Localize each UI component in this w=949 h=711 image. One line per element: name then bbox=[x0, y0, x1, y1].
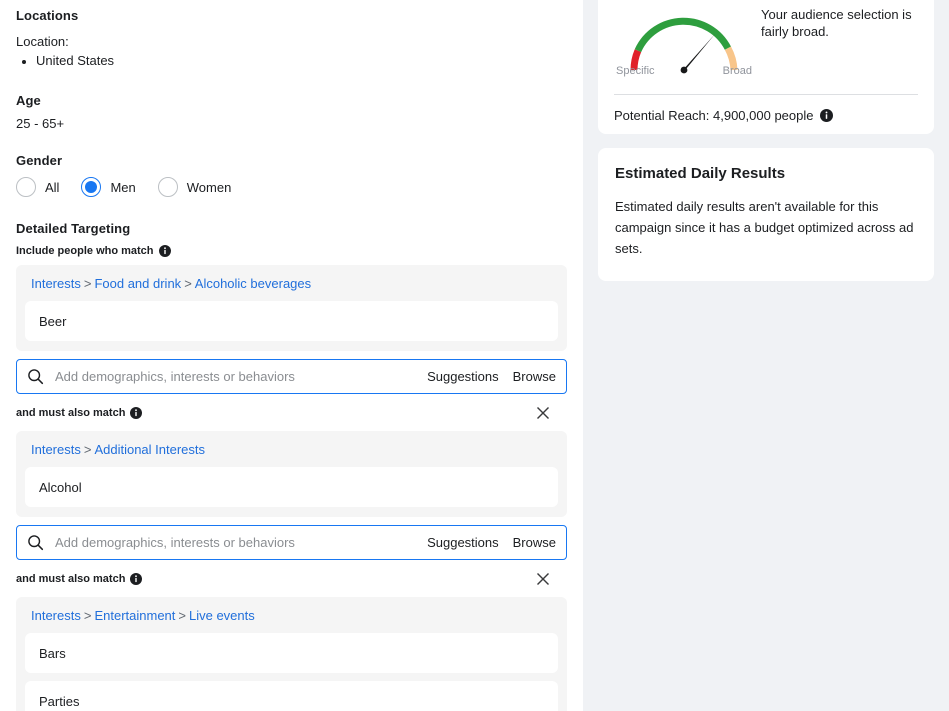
gender-option-men[interactable]: Men bbox=[81, 177, 136, 197]
gender-heading: Gender bbox=[16, 153, 63, 168]
suggestions-button[interactable]: Suggestions bbox=[427, 369, 499, 384]
audience-settings-panel: Locations Location: United States Age 25… bbox=[0, 0, 583, 711]
search-icon bbox=[27, 534, 44, 551]
location-list: United States bbox=[16, 51, 567, 71]
radio-icon[interactable] bbox=[16, 177, 36, 197]
potential-reach-row: Potential Reach: 4,900,000 people bbox=[614, 108, 918, 123]
detailed-targeting-heading: Detailed Targeting bbox=[16, 221, 131, 236]
targeting-group: Interests > Additional Interests Alcohol bbox=[16, 431, 567, 517]
also-match-label: and must also match bbox=[16, 573, 143, 585]
breadcrumb-separator: > bbox=[83, 608, 92, 623]
targeting-item-chip[interactable]: Parties bbox=[25, 681, 558, 711]
age-value: 25 - 65+ bbox=[16, 116, 65, 131]
targeting-item-chip[interactable]: Alcohol bbox=[25, 467, 558, 507]
gender-option-women[interactable]: Women bbox=[157, 177, 232, 197]
estimated-results-title: Estimated Daily Results bbox=[615, 165, 786, 182]
search-icon bbox=[27, 368, 44, 385]
search-input[interactable]: Add demographics, interests or behaviors bbox=[55, 369, 413, 384]
targeting-item-chip[interactable]: Beer bbox=[25, 301, 558, 341]
breadcrumb-crumb[interactable]: Food and drink bbox=[94, 276, 181, 291]
info-icon[interactable] bbox=[819, 109, 833, 122]
targeting-item-chip[interactable]: Bars bbox=[25, 633, 558, 673]
browse-button[interactable]: Browse bbox=[513, 369, 556, 384]
close-icon[interactable] bbox=[535, 571, 551, 587]
radio-icon[interactable] bbox=[157, 177, 178, 197]
breadcrumb-crumb[interactable]: Interests bbox=[31, 442, 81, 457]
locations-heading: Locations bbox=[16, 8, 79, 23]
list-item: United States bbox=[36, 51, 567, 71]
audience-summary-panel: Specific Broad Your audience selection i… bbox=[583, 0, 949, 711]
breadcrumb: Interests > Entertainment > Live events bbox=[25, 606, 558, 633]
also-match-text: and must also match bbox=[16, 573, 126, 585]
include-people-label: Include people who match bbox=[16, 245, 567, 257]
age-heading: Age bbox=[16, 93, 41, 108]
radio-selected-icon[interactable] bbox=[81, 177, 102, 197]
audience-editor-page: Locations Location: United States Age 25… bbox=[0, 0, 949, 711]
breadcrumb-separator: > bbox=[178, 608, 186, 623]
audience-definition-card: Specific Broad Your audience selection i… bbox=[598, 0, 934, 134]
targeting-search-box[interactable]: Add demographics, interests or behaviors… bbox=[16, 359, 567, 394]
breadcrumb: Interests > Food and drink > Alcoholic bever… bbox=[25, 274, 558, 301]
suggestions-button[interactable]: Suggestions bbox=[427, 535, 499, 550]
info-icon[interactable] bbox=[130, 407, 143, 419]
gauge-row: Specific Broad Your audience selection i… bbox=[614, 0, 918, 92]
breadcrumb-crumb[interactable]: Interests bbox=[31, 608, 81, 623]
breadcrumb-crumb[interactable]: Entertainment bbox=[94, 608, 175, 623]
breadcrumb-crumb[interactable]: Alcoholic beverages bbox=[195, 276, 311, 291]
also-match-text: and must also match bbox=[16, 407, 126, 419]
estimated-results-body: Estimated daily results aren't available… bbox=[615, 199, 914, 256]
audience-gauge: Specific Broad bbox=[614, 0, 754, 92]
also-match-row: and must also match bbox=[16, 569, 567, 589]
info-icon[interactable] bbox=[130, 573, 143, 585]
breadcrumb-crumb[interactable]: Interests bbox=[31, 276, 81, 291]
remove-group-button[interactable] bbox=[533, 403, 553, 423]
targeting-group: Interests > Food and drink > Alcoholic bever… bbox=[16, 265, 567, 351]
breadcrumb: Interests > Additional Interests bbox=[25, 440, 558, 467]
gender-option-all[interactable]: All bbox=[16, 177, 59, 197]
also-match-label: and must also match bbox=[16, 407, 143, 419]
targeting-group: Interests > Entertainment > Live events Bars… bbox=[16, 597, 567, 711]
breadcrumb-crumb[interactable]: Additional Interests bbox=[94, 442, 205, 457]
also-match-row: and must also match bbox=[16, 403, 567, 423]
browse-button[interactable]: Browse bbox=[513, 535, 556, 550]
breadcrumb-separator: > bbox=[184, 276, 192, 291]
card-divider bbox=[614, 94, 918, 95]
breadcrumb-separator: > bbox=[83, 442, 92, 457]
gender-option-label: All bbox=[45, 179, 60, 195]
breadcrumb-crumb[interactable]: Live events bbox=[189, 608, 255, 623]
potential-reach-text: Potential Reach: 4,900,000 people bbox=[614, 108, 814, 123]
gender-option-label: Women bbox=[186, 179, 232, 195]
remove-group-button[interactable] bbox=[533, 569, 553, 589]
estimated-daily-results-card: Estimated Daily Results Estimated daily … bbox=[598, 148, 934, 281]
gauge-chart bbox=[630, 17, 738, 74]
search-input[interactable]: Add demographics, interests or behaviors bbox=[55, 535, 413, 550]
close-icon[interactable] bbox=[535, 405, 551, 421]
gauge-min-label: Specific bbox=[616, 65, 655, 77]
include-people-text: Include people who match bbox=[16, 245, 154, 257]
location-label: Location: bbox=[16, 34, 69, 49]
targeting-search-box[interactable]: Add demographics, interests or behaviors… bbox=[16, 525, 567, 560]
info-icon[interactable] bbox=[158, 245, 171, 257]
audience-message: Your audience selection is fairly broad. bbox=[761, 7, 912, 39]
breadcrumb-separator: > bbox=[83, 276, 92, 291]
gender-radio-group: All Men Women bbox=[16, 177, 567, 197]
gauge-axis-labels: Specific Broad bbox=[614, 65, 754, 77]
gauge-max-label: Broad bbox=[722, 65, 752, 77]
gender-option-label: Men bbox=[110, 179, 136, 195]
